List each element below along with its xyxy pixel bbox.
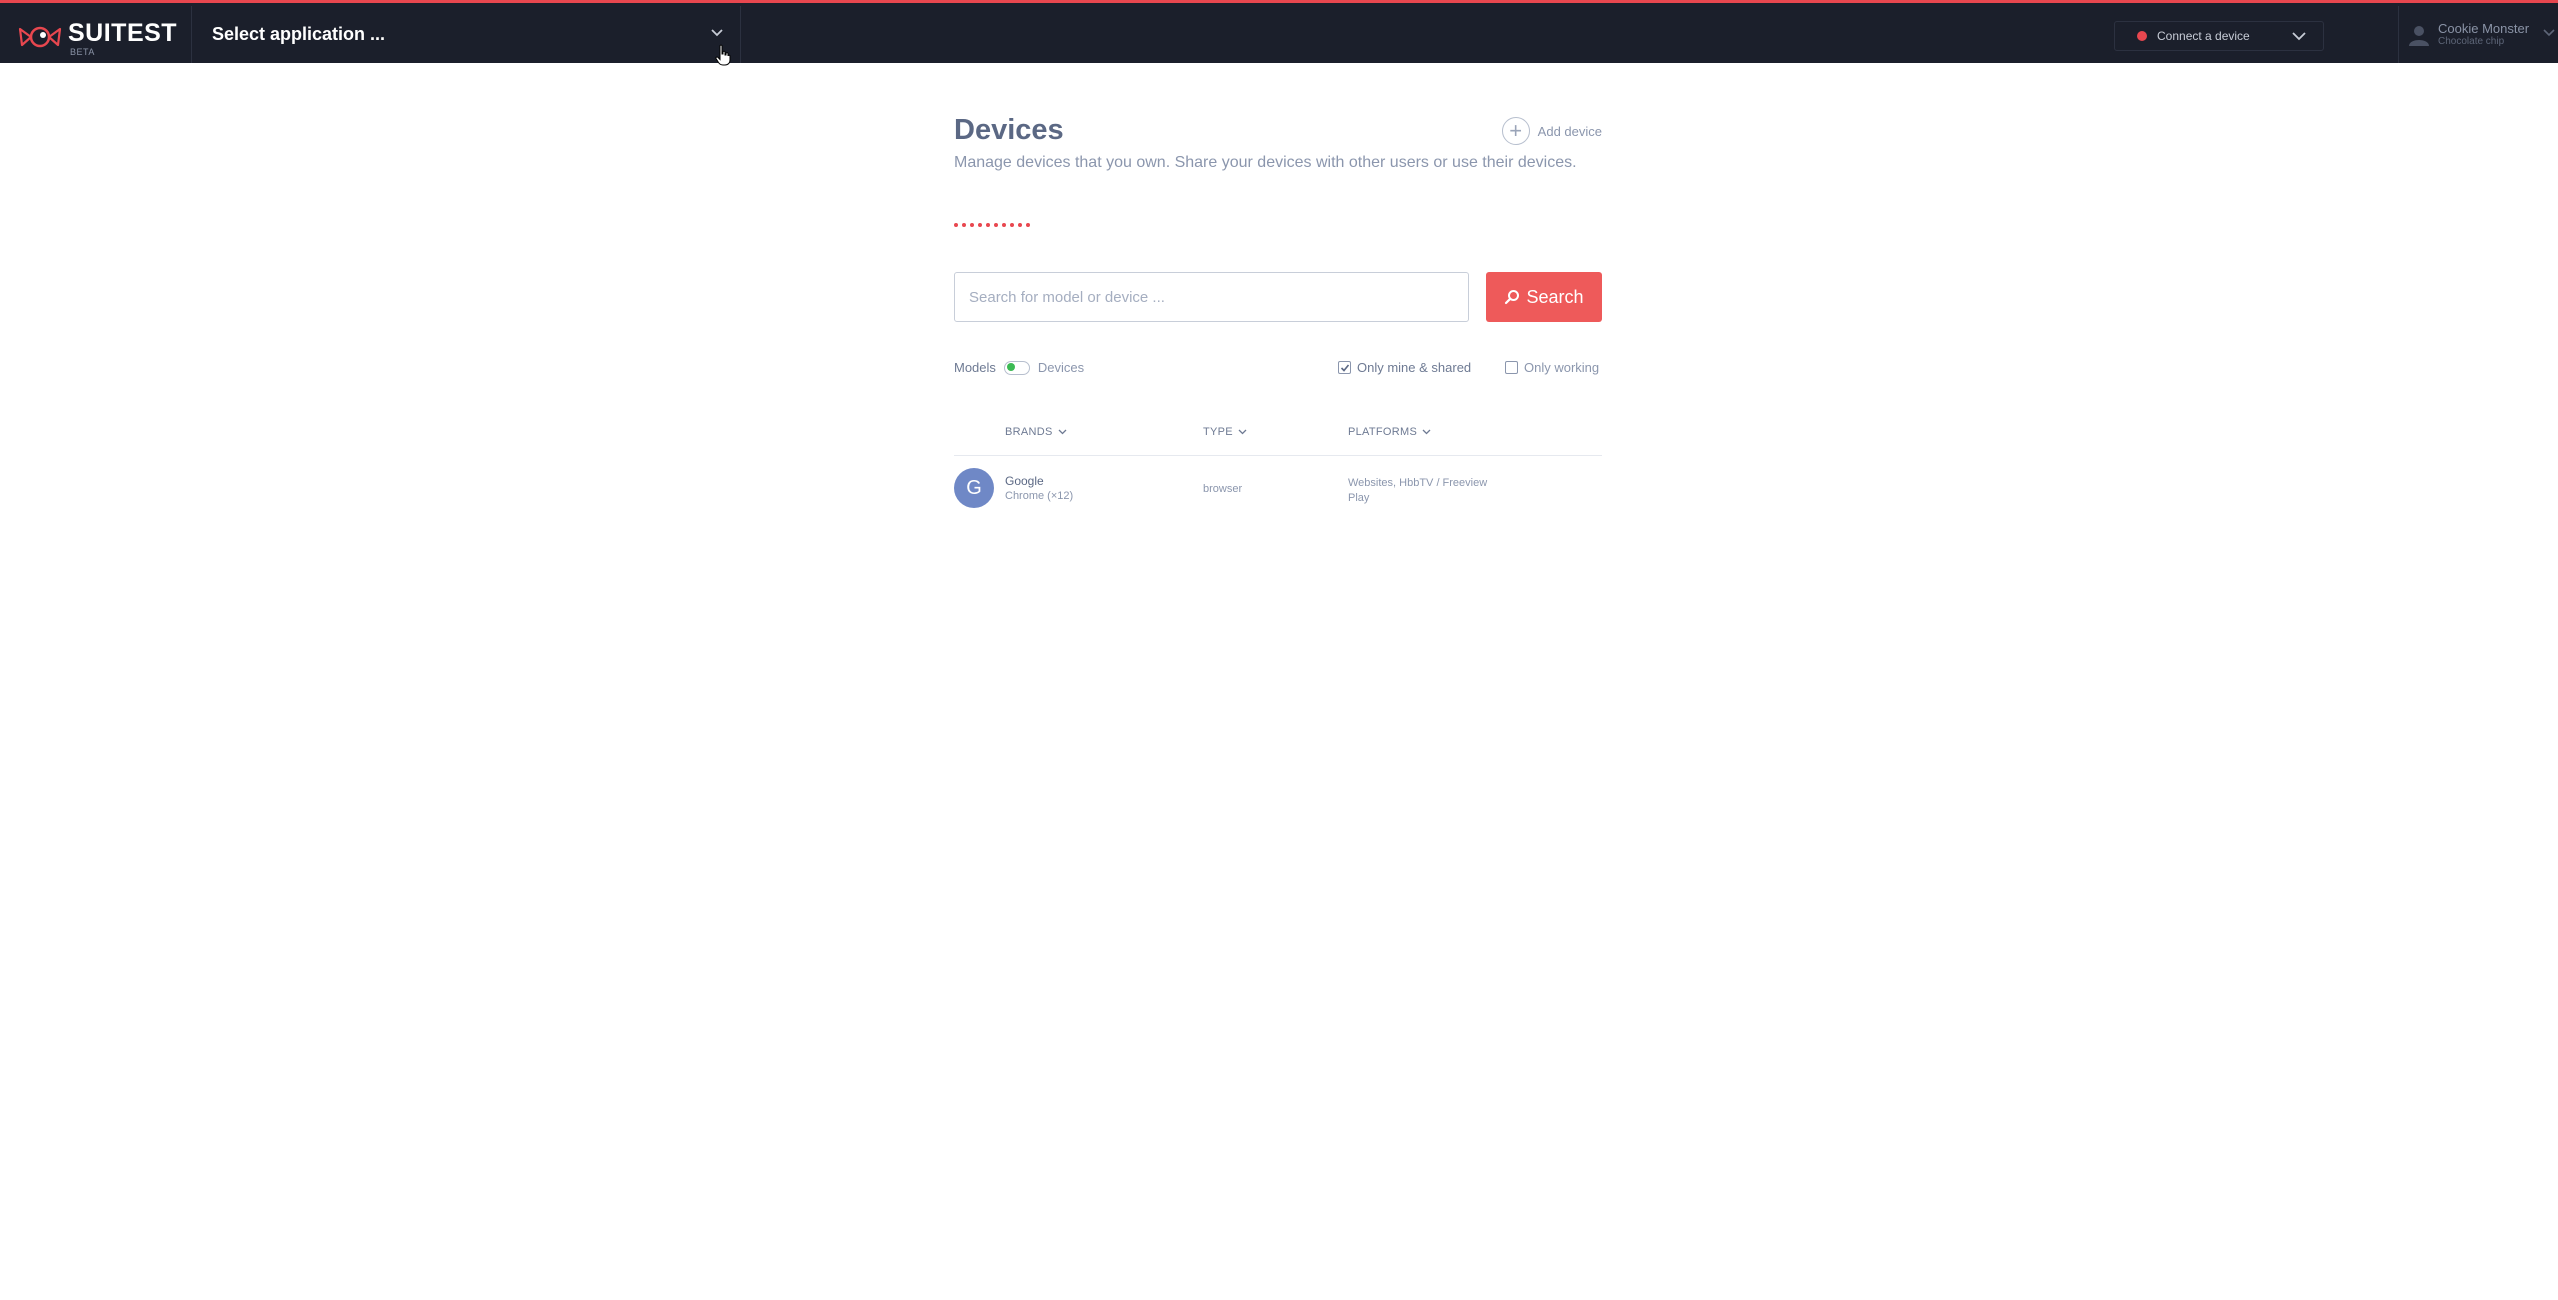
only-mine-label: Only mine & shared: [1357, 360, 1472, 375]
device-platforms: Websites, HbbTV / Freeview Play: [1348, 477, 1488, 504]
chevron-down-icon: [1238, 429, 1247, 435]
hand-cursor-icon: [715, 44, 731, 66]
device-type: browser: [1203, 483, 1243, 495]
column-header-type[interactable]: TYPE: [1203, 426, 1247, 438]
user-organization: Chocolate chip: [2438, 35, 2505, 47]
only-working-filter[interactable]: Only working: [1505, 360, 1599, 375]
filter-bar: Models Devices Only mine & shared Only w…: [954, 360, 1602, 380]
table-header: BRANDS TYPE PLATFORMS: [954, 420, 1602, 456]
loading-indicator: [954, 223, 1030, 227]
add-device-label: Add device: [1537, 123, 1602, 139]
user-avatar-icon: [2409, 25, 2429, 46]
chevron-down-icon: [2292, 32, 2306, 41]
connect-device-label: Connect a device: [2157, 29, 2250, 43]
search-bar: Search: [954, 272, 1602, 322]
connection-status-dot: [2137, 31, 2147, 41]
chevron-down-icon: [711, 29, 723, 37]
column-header-brands[interactable]: BRANDS: [1005, 426, 1067, 438]
toggle-label-models: Models: [954, 360, 996, 375]
divider: [2398, 6, 2399, 63]
table-row[interactable]: G Google Chrome (×12) browser Websites, …: [954, 466, 1602, 514]
brand-avatar: G: [954, 468, 994, 508]
chevron-down-icon: [1422, 429, 1431, 435]
suitest-logo[interactable]: SUITEST BETA: [16, 15, 177, 57]
chevron-down-icon: [1058, 429, 1067, 435]
beta-badge: BETA: [70, 47, 95, 57]
models-devices-toggle-group: Models Devices: [954, 360, 1084, 375]
add-device-button[interactable]: + Add device: [1501, 117, 1602, 145]
user-name: Cookie Monster: [2438, 20, 2530, 36]
search-button[interactable]: Search: [1486, 272, 1602, 322]
column-header-platforms[interactable]: PLATFORMS: [1348, 426, 1431, 438]
search-button-label: Search: [1526, 286, 1584, 307]
top-bar: SUITEST BETA Select application ... Conn…: [0, 0, 2558, 63]
search-input[interactable]: [954, 272, 1469, 322]
checkmark-icon: [1340, 363, 1349, 372]
logo-text: SUITEST: [68, 19, 178, 47]
page-description: Manage devices that you own. Share your …: [954, 154, 1577, 171]
chevron-down-icon: [2543, 29, 2555, 37]
application-selector-label: Select application ...: [212, 24, 386, 44]
model-count: Chrome (×12): [1005, 490, 1074, 502]
devices-panel: Devices Manage devices that you own. Sha…: [954, 110, 1602, 508]
plus-icon: +: [1501, 117, 1530, 145]
application-selector[interactable]: Select application ...: [192, 6, 740, 63]
only-mine-filter[interactable]: Only mine & shared: [1338, 360, 1471, 375]
user-menu[interactable]: Cookie Monster Chocolate chip: [2400, 6, 2558, 63]
only-working-checkbox[interactable]: [1505, 361, 1518, 374]
search-icon: [1505, 290, 1520, 305]
models-devices-toggle[interactable]: [1003, 360, 1030, 375]
only-working-label: Only working: [1524, 360, 1600, 375]
toggle-knob: [1006, 363, 1015, 371]
candy-logo-icon: [18, 26, 62, 48]
toggle-label-devices: Devices: [1037, 360, 1085, 375]
divider: [740, 6, 741, 63]
only-mine-checkbox[interactable]: [1338, 361, 1351, 374]
brand-name: Google: [1005, 474, 1044, 488]
connect-device-button[interactable]: Connect a device: [2114, 21, 2324, 51]
